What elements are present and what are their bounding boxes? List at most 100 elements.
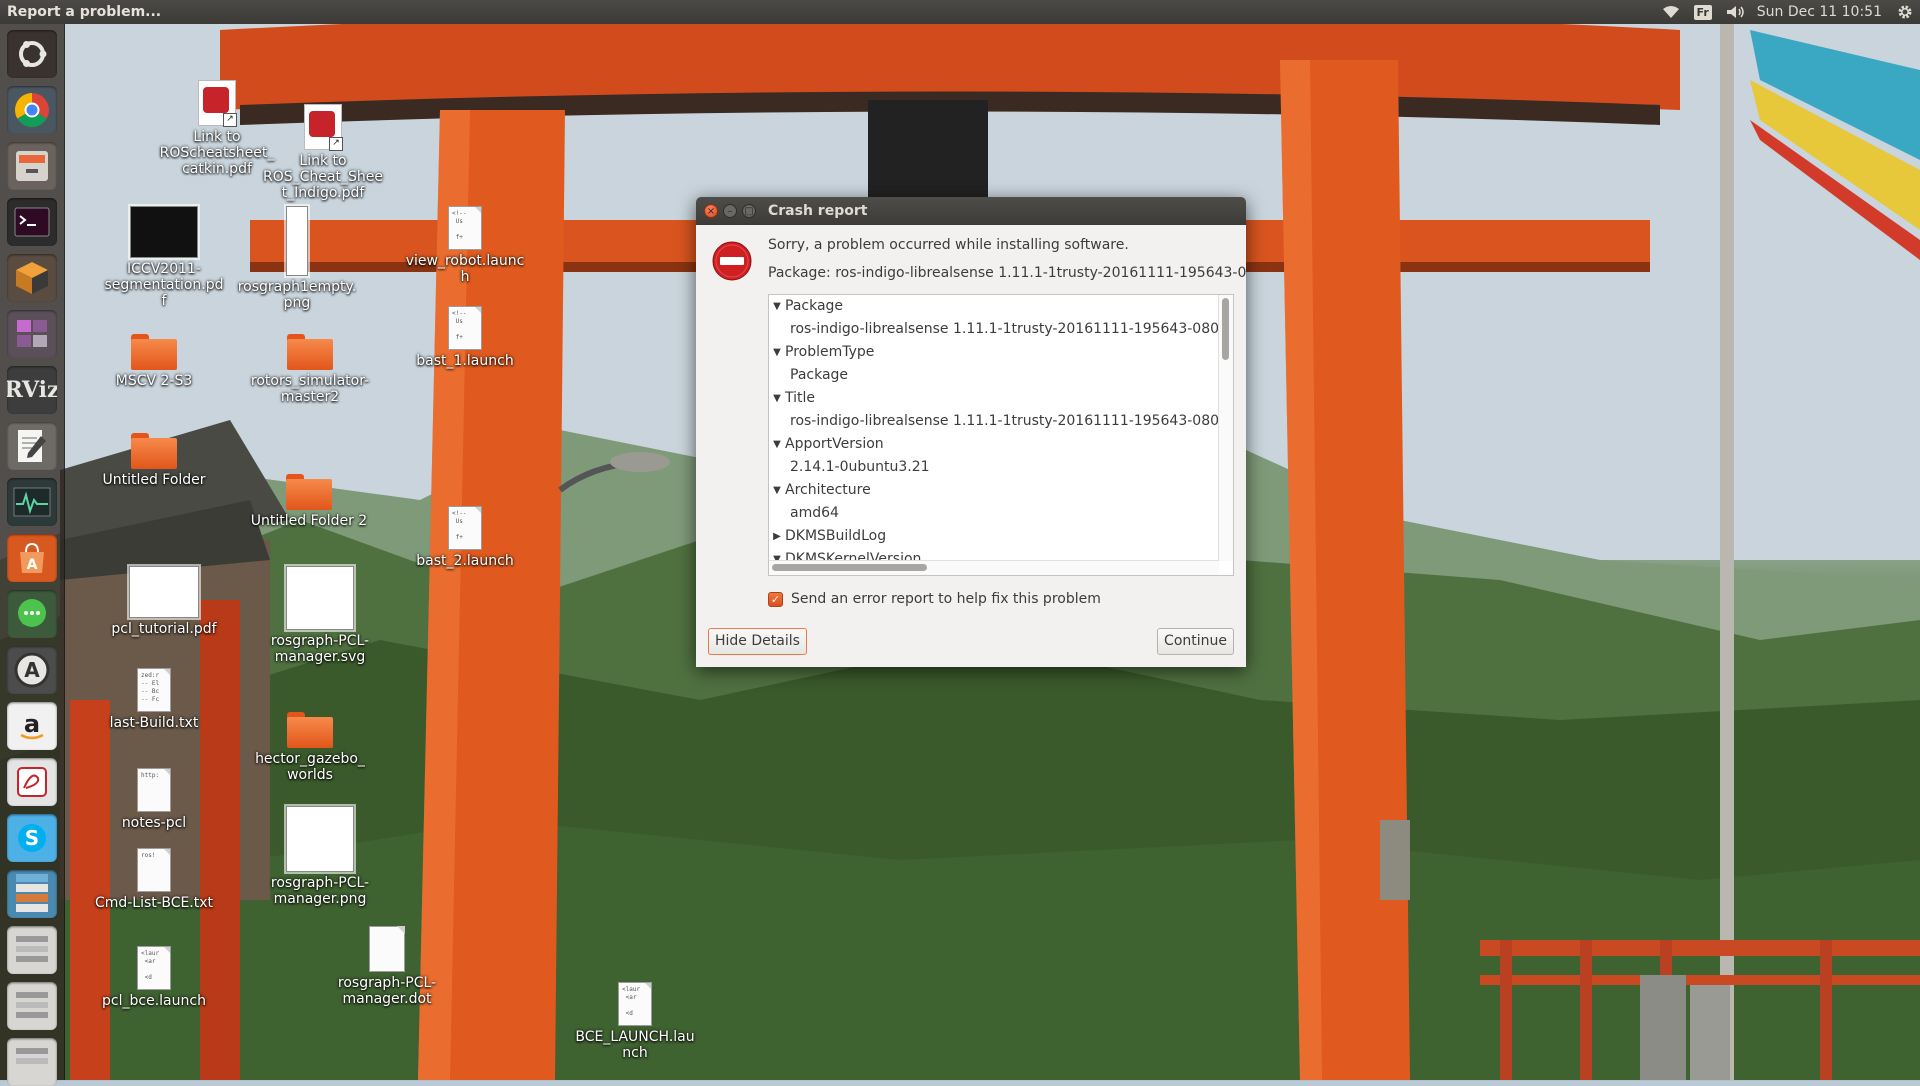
volume-icon[interactable] — [1719, 0, 1753, 24]
launcher-software-center[interactable]: A — [7, 534, 57, 582]
launcher-updater[interactable]: A — [7, 646, 57, 694]
tree-row-package[interactable]: ▼ Package — [769, 295, 1219, 318]
desktop-icon-label: rosgraph-PCL-manager.png — [270, 875, 370, 907]
svg-text:A: A — [24, 658, 40, 682]
desktop-icon-label: Cmd-List-BCE.txt — [94, 895, 214, 911]
vertical-scrollbar[interactable] — [1218, 295, 1233, 561]
desktop-icon-ros-cheat-sheet-indigo[interactable]: ↗ Link to ROS_Cheat_Sheet_Indigo.pdf — [263, 104, 383, 201]
crash-report-dialog: × – □ Crash report Sorry, a problem occu… — [696, 197, 1246, 667]
tree-value-title[interactable]: ros-indigo-librealsense 1.11.1-1trusty-2… — [769, 410, 1219, 433]
desktop-icon-roscheatsheet-catkin[interactable]: ↗ Link to ROScheatsheet_catkin.pdf — [157, 80, 277, 177]
tree-row-title[interactable]: ▼ Title — [769, 387, 1219, 410]
text-file-icon: <laur <ar <d — [618, 982, 652, 1026]
tree-row-problemtype[interactable]: ▼ ProblemType — [769, 341, 1219, 364]
vertical-scrollbar-thumb[interactable] — [1222, 298, 1229, 360]
maximize-window-button[interactable]: □ — [742, 204, 756, 218]
launcher-box[interactable] — [7, 254, 57, 302]
desktop-icon-label: rosgraph-PCL-manager.dot — [337, 975, 437, 1007]
launcher-terminal[interactable] — [7, 198, 57, 246]
desktop-icon-untitled-folder[interactable]: Untitled Folder — [94, 433, 214, 488]
desktop-icon-view-robot-launch[interactable]: <!-- Us f+ view_robot.launch — [405, 206, 525, 285]
text-file-icon: <!-- Us f+ — [448, 206, 482, 250]
horizontal-scrollbar-thumb[interactable] — [772, 564, 927, 571]
keyboard-layout-indicator[interactable]: Fr — [1687, 0, 1719, 24]
close-window-button[interactable]: × — [704, 204, 718, 218]
indicator-area: Fr Sun Dec 11 10:51 — [1655, 0, 1920, 24]
collapsed-arrow-icon[interactable]: ▶ — [771, 525, 783, 548]
desktop-icon-pcl-tutorial[interactable]: pcl_tutorial.pdf — [104, 566, 224, 637]
chrome-icon — [13, 91, 51, 129]
desktop-icon-bce-launch[interactable]: <laur <ar <d BCE_LAUNCH.launch — [575, 982, 695, 1061]
launcher-system-monitor[interactable] — [7, 478, 57, 526]
desktop-icon-mscv-2-s3[interactable]: MSCV 2-S3 — [94, 334, 214, 389]
pdf-link-icon: ↗ — [304, 104, 343, 151]
dialog-titlebar[interactable]: × – □ Crash report — [696, 197, 1246, 225]
launcher-skype[interactable]: S — [7, 814, 57, 862]
launcher-stacked-apps[interactable] — [7, 870, 57, 918]
desktop-icon-label: rotors_simulator-master2 — [250, 373, 370, 405]
details-tree[interactable]: ▼ Package ros-indigo-librealsense 1.11.1-… — [768, 294, 1234, 576]
text-file-icon: zed:r -- El -- Bc -- Fc — [137, 668, 171, 712]
expanded-arrow-icon[interactable]: ▼ — [771, 479, 783, 502]
tree-value-package[interactable]: ros-indigo-librealsense 1.11.1-1trusty-2… — [769, 318, 1219, 341]
desktop-icon-label: ICCV2011-segmentation.pdf — [104, 261, 224, 309]
desktop-icon-pcl-bce-launch[interactable]: <laur <ar <d pcl_bce.launch — [94, 946, 214, 1009]
launcher-pdf-reader[interactable] — [7, 758, 57, 806]
desktop-icon-notes-pcl[interactable]: http: notes-pcl — [94, 768, 214, 831]
tree-row-dkmsbuildlog[interactable]: ▶ DKMSBuildLog — [769, 525, 1219, 548]
tree-row-architecture[interactable]: ▼ Architecture — [769, 479, 1219, 502]
tree-value-architecture[interactable]: amd64 — [769, 502, 1219, 525]
launcher-text-editor[interactable] — [7, 422, 57, 470]
desktop-icon-bast-2-launch[interactable]: <!-- Us f+ bast_2.launch — [405, 506, 525, 569]
dash-button[interactable] — [7, 30, 57, 78]
desktop-icon-rosgraph-pcl-svg[interactable]: rosgraph-PCL-manager.svg — [260, 566, 380, 665]
minimize-window-button[interactable]: – — [723, 204, 737, 218]
continue-button[interactable]: Continue — [1157, 628, 1234, 655]
launcher-workspaces[interactable] — [7, 310, 57, 358]
tree-row-apportversion[interactable]: ▼ ApportVersion — [769, 433, 1219, 456]
tree-value-problemtype[interactable]: Package — [769, 364, 1219, 387]
desktop-icon-iccv2011[interactable]: ICCV2011-segmentation.pdf — [104, 206, 224, 309]
desktop-icon-rosgraph1empty[interactable]: rosgraph1empty.png — [237, 206, 357, 311]
launcher-rviz[interactable]: RViz — [7, 366, 57, 414]
desktop-icon-bast-1-launch[interactable]: <!-- Us f+ bast_1.launch — [405, 306, 525, 369]
hide-details-button[interactable]: Hide Details — [708, 628, 807, 655]
expanded-arrow-icon[interactable]: ▼ — [771, 387, 783, 410]
launcher-extra-3[interactable] — [7, 1038, 57, 1086]
launcher-chrome[interactable] — [7, 86, 57, 134]
send-report-option[interactable]: ✓ Send an error report to help fix this … — [768, 591, 1101, 607]
launcher-amazon[interactable]: a — [7, 702, 57, 750]
tree-value-apportversion[interactable]: 2.14.1-0ubuntu3.21 — [769, 456, 1219, 479]
expanded-arrow-icon[interactable]: ▼ — [771, 341, 783, 364]
wifi-icon[interactable] — [1655, 0, 1687, 24]
keyboard-layout-badge: Fr — [1693, 4, 1712, 20]
desktop-icon-untitled-folder-2[interactable]: Untitled Folder 2 — [249, 474, 369, 529]
horizontal-scrollbar[interactable] — [769, 560, 1219, 575]
clock[interactable]: Sun Dec 11 10:51 — [1753, 0, 1890, 24]
expanded-arrow-icon[interactable]: ▼ — [771, 295, 783, 318]
desktop-icon-rosgraph-pcl-dot[interactable]: rosgraph-PCL-manager.dot — [327, 926, 447, 1007]
expanded-arrow-icon[interactable]: ▼ — [771, 433, 783, 456]
desktop-icon-label: bast_1.launch — [416, 353, 514, 369]
active-window-title: Report a problem... — [7, 4, 162, 20]
desktop-icon-rosgraph-pcl-png[interactable]: rosgraph-PCL-manager.png — [260, 806, 380, 907]
system-monitor-icon — [13, 487, 51, 517]
desktop-icon-label: Link to ROS_Cheat_Sheet_Indigo.pdf — [263, 153, 383, 201]
desktop-icon-hector-gazebo-worlds[interactable]: hector_gazebo_worlds — [250, 712, 370, 783]
launcher-files[interactable] — [7, 142, 57, 190]
send-report-checkbox[interactable]: ✓ — [768, 591, 783, 607]
launcher-extra-2[interactable] — [7, 982, 57, 1030]
software-center-icon: A — [14, 540, 50, 576]
settings-gear-icon[interactable] — [1890, 0, 1920, 24]
stacked-apps-icon — [12, 986, 52, 1026]
desktop-icon-rotors-simulator[interactable]: rotors_simulator-master2 — [250, 334, 370, 405]
send-report-label[interactable]: Send an error report to help fix this pr… — [791, 591, 1101, 607]
amazon-icon: a — [14, 708, 50, 744]
launcher-chat[interactable] — [7, 590, 57, 638]
launcher-extra-1[interactable] — [7, 926, 57, 974]
desktop-icon-cmd-list-bce[interactable]: ros! Cmd-List-BCE.txt — [94, 848, 214, 911]
desktop-icon-label: Link to ROScheatsheet_catkin.pdf — [159, 129, 275, 177]
image-thumbnail-icon — [286, 206, 308, 276]
desktop-icon-last-build[interactable]: zed:r -- El -- Bc -- Fc last-Build.txt — [94, 668, 214, 731]
pdf-link-icon: ↗ — [198, 80, 237, 127]
